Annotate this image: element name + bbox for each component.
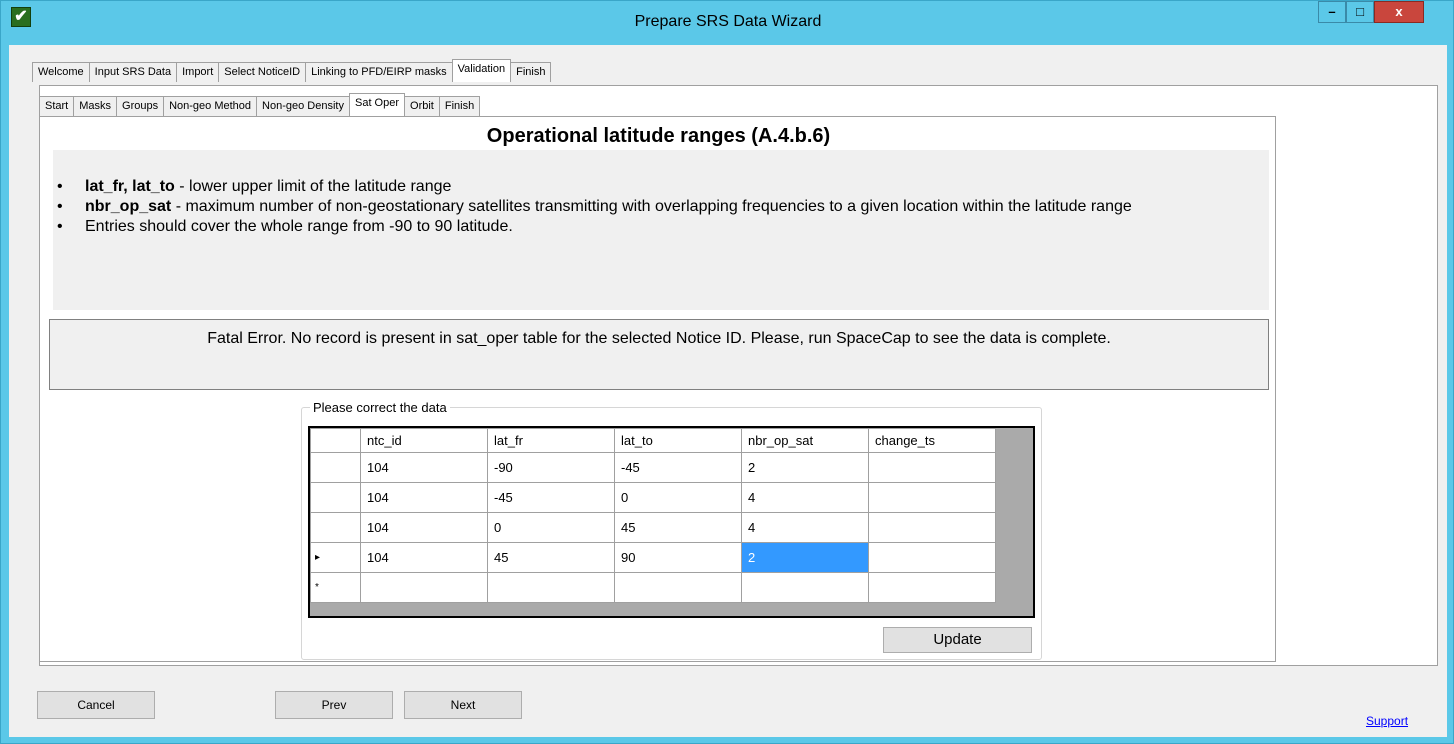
data-grid[interactable]: ntc_id lat_fr lat_to nbr_op_sat change_t… bbox=[308, 426, 1035, 618]
tab-non-geo-density[interactable]: Non-geo Density bbox=[256, 96, 350, 116]
wizard-window: ✔ Prepare SRS Data Wizard – □ x Welcome … bbox=[0, 0, 1454, 744]
bullet-icon: • bbox=[57, 198, 63, 215]
tab-validation[interactable]: Validation bbox=[451, 59, 512, 82]
cell-lat-to[interactable]: -45 bbox=[614, 452, 742, 483]
title-bar[interactable]: ✔ Prepare SRS Data Wizard – □ x bbox=[1, 1, 1454, 45]
list-item: • Entries should cover the whole range f… bbox=[53, 217, 1269, 237]
bullet-icon: • bbox=[57, 218, 63, 235]
tab-non-geo-method[interactable]: Non-geo Method bbox=[163, 96, 258, 116]
corner-header[interactable] bbox=[310, 428, 361, 453]
column-header-lat-to[interactable]: lat_to bbox=[614, 428, 742, 453]
cell-ntc-id[interactable]: 104 bbox=[360, 452, 488, 483]
column-header-nbr-op-sat[interactable]: nbr_op_sat bbox=[741, 428, 869, 453]
cell-ntc-id[interactable]: 104 bbox=[360, 512, 488, 543]
cell-lat-to[interactable]: 45 bbox=[614, 512, 742, 543]
new-row-marker[interactable]: * bbox=[310, 572, 361, 603]
main-tab-strip: Welcome Input SRS Data Import Select Not… bbox=[32, 59, 552, 82]
cell-lat-fr[interactable]: -45 bbox=[487, 482, 615, 513]
window-title: Prepare SRS Data Wizard bbox=[634, 13, 822, 30]
new-cell[interactable] bbox=[360, 572, 488, 603]
support-link[interactable]: Support bbox=[1366, 714, 1408, 728]
cell-lat-to[interactable]: 0 bbox=[614, 482, 742, 513]
prev-button[interactable]: Prev bbox=[275, 691, 393, 719]
row-header[interactable] bbox=[310, 512, 361, 543]
list-item: • nbr_op_sat - maximum number of non-geo… bbox=[53, 197, 1269, 217]
tab-linking-masks[interactable]: Linking to PFD/EIRP masks bbox=[305, 62, 453, 82]
cell-change-ts[interactable] bbox=[868, 452, 996, 483]
cell-ntc-id[interactable]: 104 bbox=[360, 542, 488, 573]
bullet-icon: • bbox=[57, 178, 63, 195]
table-row: 104 -45 0 4 bbox=[310, 482, 996, 513]
table-row: 104 -90 -45 2 bbox=[310, 452, 996, 483]
group-title: Please correct the data bbox=[310, 400, 450, 415]
data-table: ntc_id lat_fr lat_to nbr_op_sat change_t… bbox=[310, 428, 996, 603]
tab-finish[interactable]: Finish bbox=[510, 62, 552, 82]
tab-sub-finish[interactable]: Finish bbox=[438, 96, 481, 116]
cell-nbr-op-sat[interactable]: 4 bbox=[741, 482, 869, 513]
table-row-current: ▸ 104 45 90 2 bbox=[310, 542, 996, 573]
column-header-ntc-id[interactable]: ntc_id bbox=[360, 428, 488, 453]
tab-groups[interactable]: Groups bbox=[116, 96, 165, 116]
tab-import[interactable]: Import bbox=[176, 62, 220, 82]
term-description: Entries should cover the whole range fro… bbox=[85, 218, 513, 235]
info-list: • lat_fr, lat_to - lower upper limit of … bbox=[53, 150, 1269, 237]
next-button[interactable]: Next bbox=[404, 691, 522, 719]
cell-ntc-id[interactable]: 104 bbox=[360, 482, 488, 513]
cell-lat-to[interactable]: 90 bbox=[614, 542, 742, 573]
info-box: • lat_fr, lat_to - lower upper limit of … bbox=[53, 150, 1269, 310]
term-label: nbr_op_sat bbox=[85, 198, 172, 215]
term-description: - lower upper limit of the latitude rang… bbox=[174, 178, 452, 195]
cell-change-ts[interactable] bbox=[868, 542, 996, 573]
tab-start[interactable]: Start bbox=[39, 96, 75, 116]
error-message-box: Fatal Error. No record is present in sat… bbox=[49, 319, 1269, 390]
tab-sat-oper[interactable]: Sat Oper bbox=[348, 93, 406, 116]
term-description: - maximum number of non-geostationary sa… bbox=[171, 198, 1132, 215]
new-row: * bbox=[310, 572, 996, 603]
cell-nbr-op-sat[interactable]: 2 bbox=[741, 452, 869, 483]
new-cell[interactable] bbox=[614, 572, 742, 603]
correct-data-group: Please correct the data ntc_id lat_fr la… bbox=[301, 400, 1042, 660]
cell-change-ts[interactable] bbox=[868, 482, 996, 513]
new-cell[interactable] bbox=[487, 572, 615, 603]
table-row: 104 0 45 4 bbox=[310, 512, 996, 543]
cell-lat-fr[interactable]: -90 bbox=[487, 452, 615, 483]
tab-masks[interactable]: Masks bbox=[73, 96, 118, 116]
new-cell[interactable] bbox=[741, 572, 869, 603]
tab-welcome[interactable]: Welcome bbox=[32, 62, 90, 82]
list-item: • lat_fr, lat_to - lower upper limit of … bbox=[53, 177, 1269, 197]
cell-lat-fr[interactable]: 0 bbox=[487, 512, 615, 543]
cancel-button[interactable]: Cancel bbox=[37, 691, 155, 719]
cell-nbr-op-sat-selected[interactable]: 2 bbox=[741, 542, 869, 573]
tab-input-srs-data[interactable]: Input SRS Data bbox=[88, 62, 178, 82]
cell-change-ts[interactable] bbox=[868, 512, 996, 543]
new-cell[interactable] bbox=[868, 572, 996, 603]
column-header-change-ts[interactable]: change_ts bbox=[868, 428, 996, 453]
sub-tab-strip: Start Masks Groups Non-geo Method Non-ge… bbox=[39, 93, 481, 116]
update-button[interactable]: Update bbox=[883, 627, 1032, 653]
minimize-button[interactable]: – bbox=[1318, 1, 1346, 23]
tab-select-noticeid[interactable]: Select NoticeID bbox=[218, 62, 307, 82]
validation-tab-panel: Operational latitude ranges (A.4.b.6) • … bbox=[39, 116, 1276, 662]
cell-nbr-op-sat[interactable]: 4 bbox=[741, 512, 869, 543]
header-row: ntc_id lat_fr lat_to nbr_op_sat change_t… bbox=[310, 428, 996, 453]
page-title: Operational latitude ranges (A.4.b.6) bbox=[486, 125, 831, 147]
term-label: lat_fr, lat_to bbox=[85, 178, 175, 195]
cell-lat-fr[interactable]: 45 bbox=[487, 542, 615, 573]
column-header-lat-fr[interactable]: lat_fr bbox=[487, 428, 615, 453]
row-header[interactable] bbox=[310, 452, 361, 483]
current-row-indicator-icon[interactable]: ▸ bbox=[310, 542, 361, 573]
maximize-button[interactable]: □ bbox=[1346, 1, 1374, 23]
client-area: Welcome Input SRS Data Import Select Not… bbox=[9, 45, 1447, 737]
tab-orbit[interactable]: Orbit bbox=[404, 96, 440, 116]
row-header[interactable] bbox=[310, 482, 361, 513]
close-button[interactable]: x bbox=[1374, 1, 1424, 23]
